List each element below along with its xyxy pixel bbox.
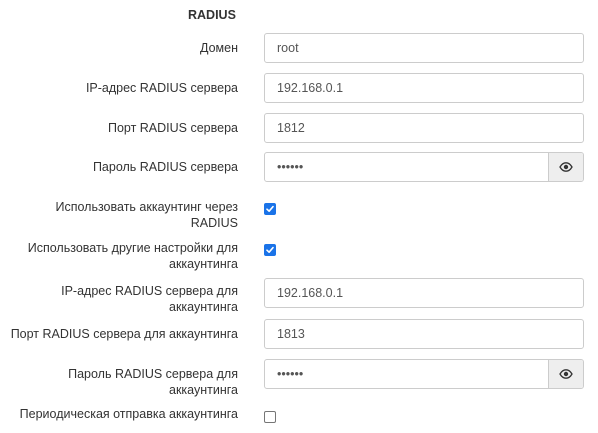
acct-ip-label: IP-адрес RADIUS сервера для аккаунтинга — [6, 283, 238, 315]
server-password-field[interactable] — [264, 152, 584, 182]
server-port-input[interactable] — [265, 114, 583, 142]
use-accounting-label: Использовать аккаунтинг через RADIUS — [6, 199, 238, 231]
acct-port-label: Порт RADIUS сервера для аккаунтинга — [10, 327, 238, 341]
use-accounting-checkbox[interactable] — [264, 203, 276, 215]
acct-ip-field[interactable] — [264, 278, 584, 308]
acct-password-input[interactable] — [265, 360, 549, 388]
use-accounting-label-line2: RADIUS — [190, 216, 238, 230]
acct-port-field[interactable] — [264, 319, 584, 349]
show-password-button[interactable] — [548, 153, 583, 181]
server-password-input[interactable] — [265, 153, 549, 181]
acct-ip-label-line2: аккаунтинга — [169, 300, 238, 314]
acct-password-field[interactable] — [264, 359, 584, 389]
server-ip-label: IP-адрес RADIUS сервера — [85, 81, 238, 95]
server-password-label: Пароль RADIUS сервера — [92, 160, 238, 174]
acct-password-label-line1: Пароль RADIUS сервера для — [68, 367, 238, 381]
domain-input[interactable] — [265, 34, 583, 62]
acct-ip-label-line1: IP-адрес RADIUS сервера для — [61, 284, 238, 298]
server-port-label: Порт RADIUS сервера — [107, 121, 238, 135]
check-icon — [266, 246, 274, 253]
acct-ip-input[interactable] — [265, 279, 583, 307]
acct-password-label-line2: аккаунтинга — [169, 383, 238, 397]
periodic-label: Периодическая отправка аккаунтинга — [19, 407, 238, 421]
show-acct-password-button[interactable] — [548, 360, 583, 388]
check-icon — [266, 205, 274, 212]
other-settings-label: Использовать другие настройки для аккаун… — [6, 240, 238, 272]
other-settings-label-line1: Использовать другие настройки для — [27, 241, 238, 255]
use-accounting-label-line1: Использовать аккаунтинг через — [55, 200, 238, 214]
acct-port-input[interactable] — [265, 320, 583, 348]
domain-field[interactable] — [264, 33, 584, 63]
domain-label: Домен — [199, 41, 238, 55]
server-ip-field[interactable] — [264, 73, 584, 103]
other-settings-checkbox[interactable] — [264, 244, 276, 256]
server-ip-input[interactable] — [265, 74, 583, 102]
section-title: RADIUS — [188, 8, 236, 22]
server-port-field[interactable] — [264, 113, 584, 143]
periodic-checkbox[interactable] — [264, 411, 276, 423]
acct-password-label: Пароль RADIUS сервера для аккаунтинга — [6, 366, 238, 398]
eye-icon — [559, 162, 573, 172]
eye-icon — [559, 369, 573, 379]
other-settings-label-line2: аккаунтинга — [169, 257, 238, 271]
